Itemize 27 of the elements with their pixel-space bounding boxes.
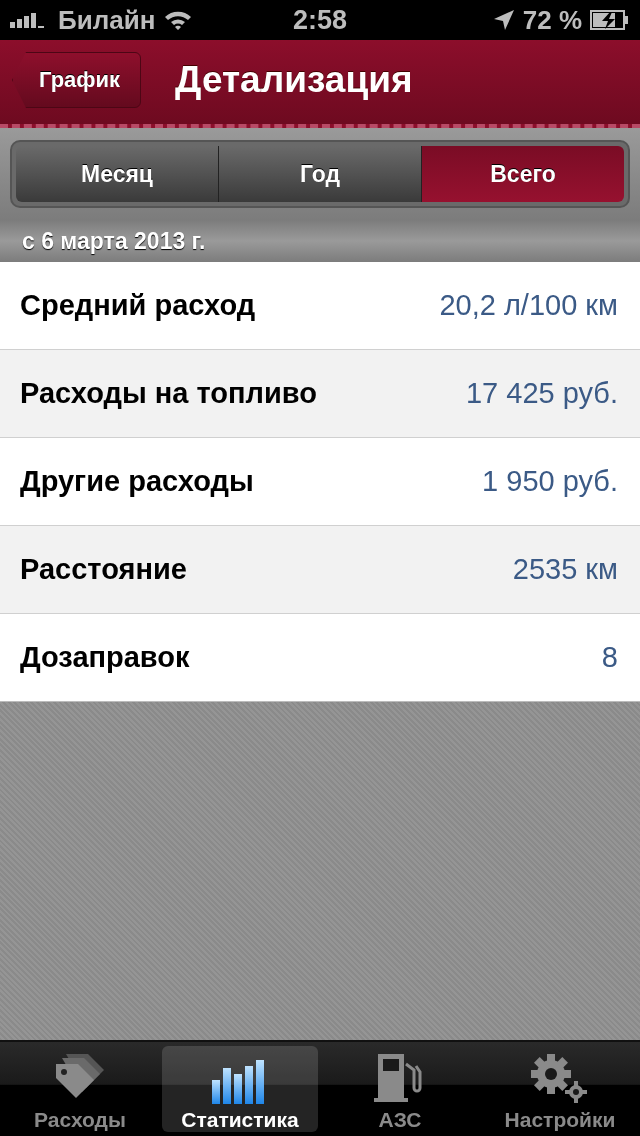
battery-percent: 72 % [522, 4, 582, 36]
row-value: 2535 км [512, 553, 618, 586]
row-value: 20,2 л/100 км [439, 289, 618, 322]
tab-bar-item[interactable]: Расходы [2, 1046, 158, 1132]
gears-icon [531, 1054, 589, 1104]
back-button[interactable]: График [12, 52, 142, 108]
row-label: Средний расход [20, 289, 256, 322]
row-value: 1 950 руб. [482, 465, 618, 498]
row-value: 8 [601, 641, 618, 674]
segment-tab[interactable]: Всего [422, 146, 624, 202]
segment-tab[interactable]: Месяц [16, 146, 219, 202]
row-label: Расстояние [20, 553, 187, 586]
wifi-icon [163, 9, 194, 31]
section-header: с 6 марта 2013 г. [22, 227, 206, 255]
segment-tab[interactable]: Год [219, 146, 422, 202]
battery-charging-icon [590, 10, 630, 30]
tab-bar-item[interactable]: АЗС [322, 1046, 478, 1132]
row-label: Расходы на топливо [20, 377, 317, 410]
row-label: Другие расходы [20, 465, 254, 498]
carrier-name: Билайн [58, 4, 156, 36]
nav-title: Детализация [175, 59, 413, 101]
row-label: Дозаправок [20, 641, 190, 674]
tab-bar-item[interactable]: Настройки [482, 1046, 638, 1132]
location-arrow-icon [492, 9, 515, 31]
row-value: 17 425 руб. [465, 377, 618, 410]
tab-bar-item[interactable]: Статистика [162, 1046, 318, 1132]
clock-time: 2:58 [293, 4, 348, 36]
